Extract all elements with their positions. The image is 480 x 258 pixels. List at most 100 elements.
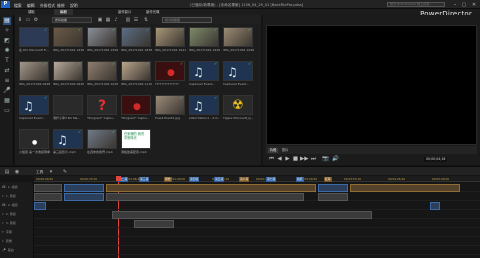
- snapshot-tool-icon[interactable]: ◉: [14, 169, 20, 175]
- chapter-marker[interactable]: 第七段: [266, 177, 277, 182]
- media-tile[interactable]: ♫ ✓ Captured Event...: [223, 61, 253, 86]
- media-tile[interactable]: ♫ ✓ Lifeirritation1 - 2.m...: [189, 95, 220, 120]
- menu-help[interactable]: 說明: [70, 3, 78, 9]
- track-manager-icon[interactable]: ▤: [4, 169, 10, 175]
- menu-view[interactable]: 檢視: [57, 3, 65, 9]
- grid-view-icon[interactable]: ▥: [125, 17, 131, 23]
- library-search-input[interactable]: 搜尋媒體庫: [162, 16, 212, 23]
- track-header[interactable]: 🎤 旁白: [2, 248, 14, 252]
- image-clip[interactable]: [350, 184, 460, 192]
- media-tile[interactable]: ✓ IMG_20171002 1026...: [87, 61, 118, 86]
- audio-clip[interactable]: [318, 193, 348, 201]
- chapter-marker[interactable]: 第三段: [139, 177, 150, 182]
- media-tile[interactable]: ✓ 在週末的我們.mp4: [87, 129, 117, 154]
- explorer-view-icon[interactable]: ▭: [25, 17, 31, 23]
- voiceover-icon[interactable]: 🎤: [3, 87, 11, 95]
- media-tile[interactable]: ♫ ✓ 第三段影片.mp3: [53, 129, 83, 154]
- media-tile[interactable]: ✓ Fossil.Eres51.jpg: [155, 95, 185, 120]
- media-tile[interactable]: ✓ IMG_20171002 1110...: [121, 61, 152, 86]
- audio-clip[interactable]: [134, 220, 174, 228]
- chapter-marker[interactable]: 第四段: [189, 177, 200, 182]
- media-room-icon[interactable]: ▤: [3, 17, 11, 25]
- media-tile[interactable]: ♫ ✓ Captured Event...: [189, 61, 219, 86]
- timeline-track[interactable]: [34, 202, 480, 210]
- menu-edit[interactable]: 編輯: [27, 3, 35, 9]
- video-clip[interactable]: [318, 184, 348, 192]
- media-tile[interactable]: ✓ IMG_20171001 1926...: [189, 27, 220, 52]
- track-header[interactable]: T 字幕: [2, 230, 12, 234]
- timeline-track[interactable]: [34, 247, 480, 255]
- media-tile[interactable]: ✓ IMG_20171002 0945...: [53, 61, 84, 86]
- media-tile[interactable]: ● ✓???????????????: [155, 61, 185, 86]
- track-header[interactable]: 🎞 1. 視訊: [2, 185, 18, 189]
- menu-file[interactable]: 檔案: [14, 3, 22, 9]
- media-filter-select[interactable]: 所有媒體: [52, 16, 92, 23]
- media-tile[interactable]: ✓ IMG_20171001 1921...: [155, 27, 186, 52]
- media-tile[interactable]: ● 小旋風 第一次收起雨傘.wav: [19, 129, 50, 154]
- stop-icon[interactable]: ■: [292, 156, 299, 163]
- skip-start-icon[interactable]: ⏮: [268, 156, 275, 163]
- track-header[interactable]: ♪ 1. 音訊: [2, 194, 16, 198]
- plugin-icon[interactable]: ⚙: [33, 17, 39, 23]
- media-tile[interactable]: ✓ IMG_20171001 1838...: [121, 27, 152, 52]
- previous-frame-icon[interactable]: ◀: [276, 156, 283, 163]
- image-clip[interactable]: [106, 184, 316, 192]
- track-header[interactable]: ♪ 3. 音訊: [2, 221, 16, 225]
- media-tile[interactable]: ● *Program* Captu...: [121, 95, 151, 120]
- snapshot-icon[interactable]: 📷: [322, 156, 329, 163]
- media-tile[interactable]: ✓ IMG_20171001 1506...: [87, 27, 118, 52]
- dropdown-chevron-icon[interactable]: ▾: [48, 169, 54, 175]
- media-tile[interactable]: ✓ IMG_20171001 1436...: [53, 27, 84, 52]
- online-search-input[interactable]: 搜尋 Directorzone 線上資源...: [387, 2, 445, 7]
- close-icon[interactable]: ✕: [471, 2, 477, 8]
- media-tile[interactable]: 在家鄉的 我們 享受時光 滑板故事配音.mp4: [121, 129, 151, 154]
- play-icon[interactable]: ▶: [284, 156, 291, 163]
- chapter-marker[interactable]: 第五段: [214, 177, 225, 182]
- media-tile[interactable]: ✓ IMG_20171002 0928...: [19, 61, 50, 86]
- audio-clip[interactable]: [64, 193, 104, 201]
- preview-screen[interactable]: [266, 25, 477, 145]
- media-tile[interactable]: ✓ 在 Dm Microsoft Fi...: [19, 27, 49, 52]
- timeline-track[interactable]: [34, 229, 480, 237]
- timeline-track[interactable]: [34, 238, 480, 246]
- track-header[interactable]: 🎞 2. 視訊: [2, 203, 18, 207]
- media-tile[interactable]: ♫ ✓ Captured Event...: [19, 95, 49, 120]
- chapter-marker[interactable]: 第六段: [239, 177, 250, 182]
- sort-icon[interactable]: ⇅: [143, 17, 149, 23]
- media-tile[interactable]: ☢ Tigere Microsoft_ly...: [223, 95, 254, 120]
- minimize-icon[interactable]: –: [452, 2, 458, 8]
- chapter-marker[interactable]: 結尾: [324, 177, 332, 182]
- tools-menu[interactable]: 工具: [36, 170, 43, 175]
- effect-room-icon[interactable]: ✧: [3, 27, 11, 35]
- title-room-icon[interactable]: T: [3, 57, 11, 65]
- next-frame-icon[interactable]: ▶▶: [300, 156, 308, 163]
- video-clip[interactable]: [64, 184, 104, 192]
- particle-room-icon[interactable]: ✺: [3, 47, 11, 55]
- track-header[interactable]: ♪ 2. 音訊: [2, 212, 16, 216]
- timeline-track[interactable]: [34, 220, 480, 228]
- audio-clip[interactable]: [34, 193, 62, 201]
- import-media-icon[interactable]: ⬇: [17, 17, 23, 23]
- chapter-marker[interactable]: 總結: [296, 177, 304, 182]
- volume-icon[interactable]: 🔊: [332, 156, 339, 163]
- fix-enhance-icon[interactable]: ✎: [62, 169, 68, 175]
- skip-end-icon[interactable]: ⏭: [310, 156, 317, 163]
- transition-room-icon[interactable]: ⇄: [3, 67, 11, 75]
- media-tile[interactable]: 滑杆小車3 Bri Ma...: [53, 95, 83, 120]
- playhead-handle-icon[interactable]: [116, 176, 121, 181]
- audio-clip[interactable]: [106, 193, 304, 201]
- media-tile[interactable]: ? *Program* Captu...: [87, 95, 117, 120]
- video-clip[interactable]: [430, 202, 440, 210]
- menu-plugins[interactable]: 外掛程式: [40, 3, 55, 9]
- tab-clip-preview[interactable]: 片段: [268, 147, 279, 153]
- pip-room-icon[interactable]: ◩: [3, 37, 11, 45]
- video-clip[interactable]: [34, 202, 46, 210]
- list-view-icon[interactable]: ☰: [133, 17, 139, 23]
- video-clip[interactable]: [34, 184, 62, 192]
- audio-clip[interactable]: [112, 211, 372, 219]
- audio-mixing-icon[interactable]: ≡: [3, 77, 11, 85]
- image-filter-icon[interactable]: ▦: [105, 17, 111, 23]
- tab-movie-preview[interactable]: 影片: [280, 148, 290, 153]
- media-tile[interactable]: ✓ IMG_20171001 1946...: [223, 27, 254, 52]
- subtitle-room-icon[interactable]: ▭: [3, 107, 11, 115]
